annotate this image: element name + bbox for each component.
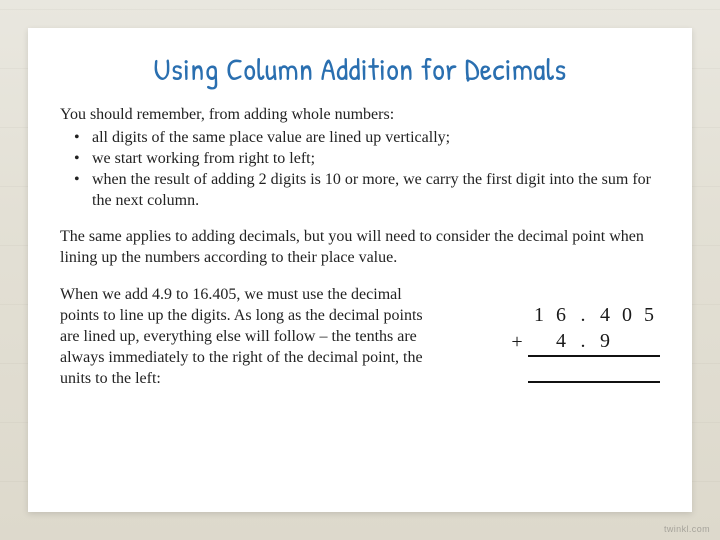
- sum-rule-bottom: [506, 382, 660, 407]
- sum-rule-top: [506, 356, 660, 382]
- body-text: You should remember, from adding whole n…: [60, 104, 660, 407]
- column-addition: 1 6 . 4 0 5 + 4 . 9: [460, 284, 660, 407]
- digit-cell: [638, 328, 660, 355]
- intro-line: You should remember, from adding whole n…: [60, 104, 660, 125]
- paragraph-2: When we add 4.9 to 16.405, we must use t…: [60, 284, 436, 390]
- digit-cell: [528, 328, 550, 355]
- addend-row-1: 1 6 . 4 0 5: [506, 302, 660, 328]
- bullet-list: all digits of the same place value are l…: [60, 127, 660, 211]
- paragraph-1: The same applies to adding decimals, but…: [60, 226, 660, 268]
- list-item: we start working from right to left;: [80, 148, 660, 169]
- example-row: When we add 4.9 to 16.405, we must use t…: [60, 284, 660, 407]
- decimal-point-cell: .: [572, 302, 594, 328]
- digit-cell: 4: [550, 328, 572, 355]
- watermark: twinkl.com: [664, 524, 710, 534]
- digit-cell: 6: [550, 302, 572, 328]
- column-addition-table: 1 6 . 4 0 5 + 4 . 9: [506, 302, 660, 407]
- digit-cell: 4: [594, 302, 616, 328]
- addend-row-2: + 4 . 9: [506, 328, 660, 355]
- digit-cell: 1: [528, 302, 550, 328]
- operator-cell: [506, 302, 528, 328]
- digit-cell: 5: [638, 302, 660, 328]
- list-item: when the result of adding 2 digits is 10…: [80, 169, 660, 211]
- slide-title: Using Column Addition for Decimals: [60, 48, 660, 90]
- content-card: Using Column Addition for Decimals You s…: [28, 28, 692, 512]
- digit-cell: [616, 328, 638, 355]
- operator-cell: +: [506, 328, 528, 355]
- list-item: all digits of the same place value are l…: [80, 127, 660, 148]
- digit-cell: 0: [616, 302, 638, 328]
- slide-background: Using Column Addition for Decimals You s…: [0, 0, 720, 540]
- decimal-point-cell: .: [572, 328, 594, 355]
- digit-cell: 9: [594, 328, 616, 355]
